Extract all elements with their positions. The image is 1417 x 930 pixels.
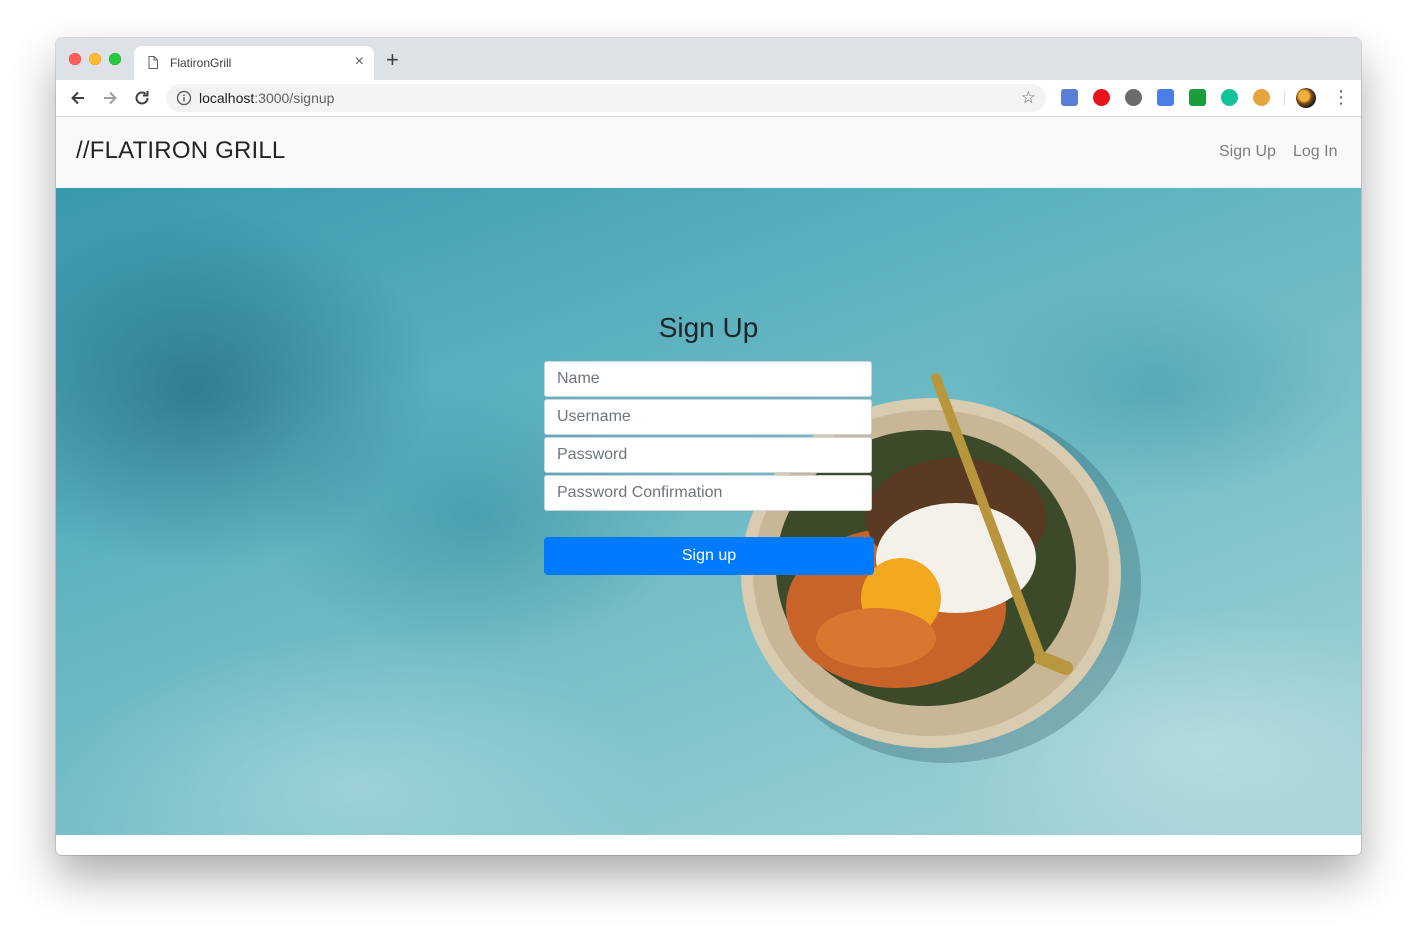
tab-title: FlatironGrill [170,56,232,70]
close-tab-icon[interactable]: × [355,52,364,72]
url-text[interactable]: localhost:3000/signup [199,90,334,106]
checkmark-extension-icon[interactable] [1189,89,1206,106]
nav-link-sign-up[interactable]: Sign Up [1219,143,1276,161]
url-path: :3000/signup [254,90,335,106]
film-extension-icon[interactable] [1125,89,1142,106]
sign-up-button[interactable]: Sign up [544,537,874,575]
password-confirmation-field[interactable] [544,475,872,511]
browser-menu-icon[interactable]: ⋮ [1332,86,1350,108]
zoom-window-button[interactable] [109,53,121,65]
site-brand[interactable]: //FLATIRON GRILL [76,137,285,165]
grammarly-extension-icon[interactable] [1221,89,1238,106]
translate-extension-icon[interactable] [1157,89,1174,106]
form-title: Sign Up [658,312,759,343]
site-info-icon[interactable] [176,90,192,106]
camera-extension-icon[interactable] [1061,89,1078,106]
address-bar[interactable]: localhost:3000/signup ☆ [166,84,1046,112]
site-navbar: //FLATIRON GRILL Sign Up Log In [56,117,1361,188]
web-page: //FLATIRON GRILL Sign Up Log In Sign Up [56,117,1361,855]
reload-icon[interactable] [132,88,152,108]
nav-link-log-in[interactable]: Log In [1293,143,1337,161]
food-bowl-image [741,373,1141,763]
page-footer-strip [56,835,1361,855]
browser-window: FlatironGrill × + localhost:3000/signup … [56,38,1361,855]
back-arrow-icon[interactable] [68,88,88,108]
cookie-extension-icon[interactable] [1253,89,1270,106]
adblock-extension-icon[interactable] [1093,89,1110,106]
forward-arrow-icon[interactable] [100,88,120,108]
username-field[interactable] [544,399,872,435]
browser-toolbar: localhost:3000/signup ☆ ⋮ [56,80,1361,117]
close-window-button[interactable] [69,53,81,65]
new-tab-icon[interactable]: + [386,49,399,71]
hero-background: Sign Up Sign up [56,188,1361,835]
password-field[interactable] [544,437,872,473]
minimize-window-button[interactable] [89,53,101,65]
tab-flatirongrill[interactable]: FlatironGrill × [134,46,374,80]
toolbar-separator [1284,90,1285,106]
profile-avatar-icon[interactable] [1296,88,1316,108]
document-icon [148,56,158,69]
tab-strip: FlatironGrill × + [56,38,1361,80]
bookmark-star-icon[interactable]: ☆ [1021,89,1036,107]
url-host: localhost [199,90,255,106]
name-field[interactable] [544,361,872,397]
